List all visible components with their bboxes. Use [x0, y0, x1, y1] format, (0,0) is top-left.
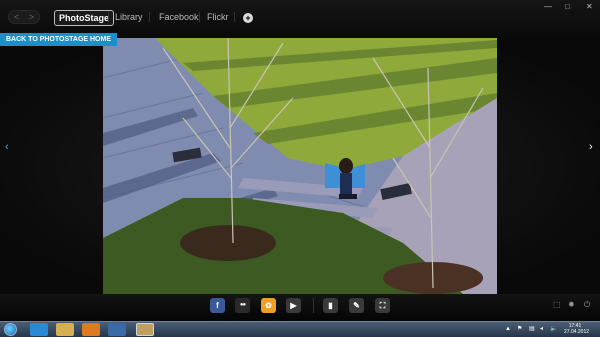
minimize-button[interactable]: — — [544, 3, 552, 11]
nav-buttons: < > — [8, 10, 40, 24]
add-tab-button[interactable]: + — [243, 13, 253, 23]
tab-divider — [108, 12, 109, 22]
ie-icon[interactable] — [30, 323, 48, 336]
back-button[interactable]: < — [9, 11, 24, 23]
system-clock[interactable]: 17:41 27.04.2012 — [564, 323, 590, 335]
tab-photostage[interactable]: PhotoStage — [54, 10, 115, 26]
tab-divider — [234, 12, 235, 22]
power-icon[interactable]: ⏻ — [584, 301, 590, 309]
flickr-icon[interactable]: ●● — [235, 298, 250, 313]
volume-icon[interactable]: 🔈 — [550, 326, 557, 332]
tab-divider — [199, 12, 200, 22]
tab-flickr[interactable]: Flickr — [207, 11, 229, 23]
explorer-icon[interactable] — [56, 323, 74, 336]
crop-icon[interactable]: ⛶ — [375, 298, 390, 313]
start-button[interactable] — [4, 323, 17, 336]
tab-facebook[interactable]: Facebook — [159, 11, 199, 23]
next-photo-button[interactable]: › — [589, 141, 593, 153]
network-icon[interactable]: ▤ — [529, 326, 535, 332]
toolbar-divider — [313, 298, 314, 313]
maximize-button[interactable]: □ — [565, 3, 570, 11]
back-to-home-button[interactable]: BACK TO PHOTOSTAGE HOME — [0, 33, 118, 46]
photostage-icon[interactable]: ✿ — [261, 298, 276, 313]
play-icon[interactable]: ▶ — [286, 298, 301, 313]
mulch-bed — [180, 225, 276, 261]
photostage-taskbar-icon[interactable] — [136, 323, 154, 336]
previous-photo-button[interactable]: ‹ — [5, 141, 9, 153]
close-button[interactable]: ✕ — [586, 3, 593, 11]
tray-expand-icon[interactable]: ▲ — [505, 326, 511, 332]
clock-date: 27.04.2012 — [564, 329, 590, 335]
fullscreen-icon[interactable]: ⬚ — [553, 301, 561, 309]
tab-library[interactable]: Library — [115, 11, 143, 23]
settings-icon[interactable]: ✹ — [568, 301, 575, 309]
delete-icon[interactable]: ▮ — [323, 298, 338, 313]
tab-divider — [149, 12, 150, 22]
windows-taskbar: ▲ ⚑ ▤ ◂ 🔈 17:41 27.04.2012 — [0, 321, 600, 337]
bottom-toolbar: f ●● ✿ ▶ ▮ ✎ ⛶ ⬚ ✹ ⏻ — [0, 294, 600, 321]
edit-icon[interactable]: ✎ — [349, 298, 364, 313]
park-photo-image — [103, 38, 497, 294]
main-photo[interactable] — [103, 38, 497, 294]
facebook-icon[interactable]: f — [210, 298, 225, 313]
media-player-icon[interactable] — [82, 323, 100, 336]
forward-button[interactable]: > — [24, 11, 39, 23]
action-center-icon[interactable]: ⚑ — [517, 326, 522, 332]
dell-icon[interactable] — [108, 323, 126, 336]
battery-icon[interactable]: ◂ — [540, 326, 543, 332]
